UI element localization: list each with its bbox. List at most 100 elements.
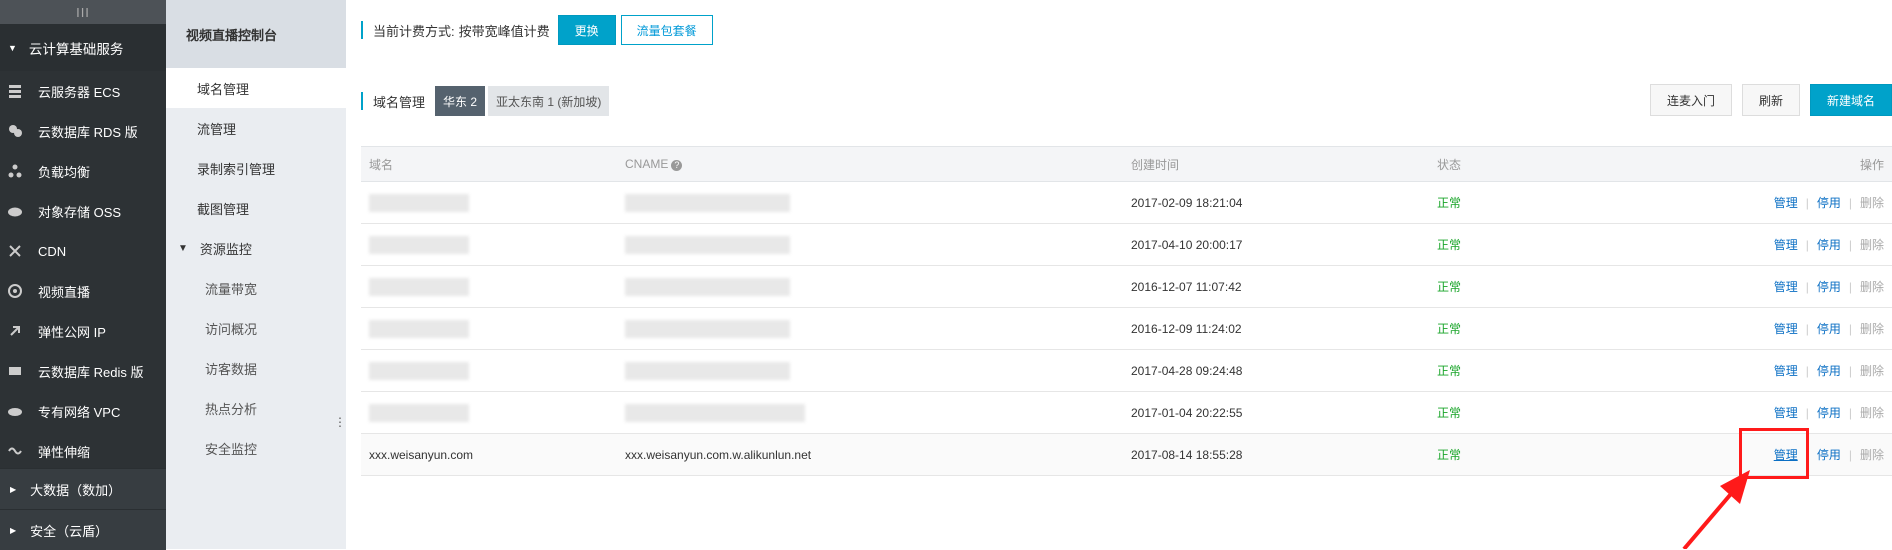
delete-link[interactable]: 删除 [1860,448,1884,462]
main-nav: III ▼ 云计算基础服务 云服务器 ECS 云数据库 RDS 版负载均衡 对象存储… [0,0,166,550]
cname-cell: xxx.weisanyun.com.w.alikunlun.net [617,433,1123,476]
sidebar-item-stream[interactable]: 流管理 [166,108,346,148]
status-cell: 正常 [1429,307,1675,350]
sidebar-item-hotspot[interactable]: 热点分析 [166,388,346,428]
domain-cell [361,349,617,392]
sidebar-item-snapshot[interactable]: 截图管理 [166,188,346,228]
redacted-cname [625,403,805,422]
sidebar-resize-handle[interactable]: ⋮ [334,415,346,437]
manage-link[interactable]: 管理 [1774,364,1798,378]
nav-group-cloud-basic[interactable]: ▼ 云计算基础服务 [0,24,166,71]
nav-item-cdn[interactable]: CDN [0,231,166,271]
col-status: 状态 [1429,146,1675,182]
created-time-cell: 2016-12-09 11:24:02 [1123,307,1429,350]
manage-link[interactable]: 管理 [1774,238,1798,252]
console-title: 视频直播控制台 [166,0,346,68]
redacted-domain [369,235,469,254]
domain-table: 域名 CNAME? 创建时间 状态 操作 2017-02-09 18:21:04… [361,146,1892,476]
collapse-nav-button[interactable]: III [0,0,166,24]
delete-link[interactable]: 删除 [1860,238,1884,252]
disable-link[interactable]: 停用 [1817,322,1841,336]
nav-item-live-video[interactable]: 视频直播 [0,271,166,311]
delete-link[interactable]: 删除 [1860,364,1884,378]
redacted-domain [369,403,469,422]
manage-link[interactable]: 管理 [1774,280,1798,294]
change-billing-button[interactable]: 更换 [557,15,616,45]
help-icon[interactable]: ? [671,160,683,171]
disable-link[interactable]: 停用 [1817,238,1841,252]
table-row: 2017-02-09 18:21:04 正常 管理 | 停用 | 删除 [361,181,1892,224]
col-created: 创建时间 [1123,146,1429,182]
guide-button[interactable]: 连麦入门 [1649,84,1732,116]
new-domain-button[interactable]: 新建域名 [1809,84,1892,116]
col-cname-label: CNAME [625,157,669,171]
nav-item-label: CDN [38,243,67,259]
nav-item-database[interactable]: 云数据库 RDS 版 [0,111,166,151]
nav-item-load-balancer[interactable]: 负载均衡 [0,151,166,191]
delete-link[interactable]: 删除 [1860,196,1884,210]
collapse-icon: III [76,4,90,20]
disable-link[interactable]: 停用 [1817,280,1841,294]
nav-item-label: 云数据库 Redis 版 [38,364,144,380]
main-content: 当前计费方式: 按带宽峰值计费 更换 流量包套餐 域名管理 华东 2 亚太东南 … [346,0,1892,549]
redacted-cname [625,361,790,380]
created-time-cell: 2017-02-09 18:21:04 [1123,181,1429,224]
database-icon [6,122,24,140]
cname-cell [617,391,1123,434]
cname-cell [617,265,1123,308]
cname-cell [617,349,1123,392]
sidebar-item-traffic[interactable]: 流量带宽 [166,268,346,308]
manage-link[interactable]: 管理 [1774,406,1798,420]
delete-link[interactable]: 删除 [1860,406,1884,420]
nav-item-elastic-ip[interactable]: 弹性公网 IP [0,311,166,351]
nav-item-redis[interactable]: 云数据库 Redis 版 [0,351,166,391]
redis-icon [6,362,24,380]
sidebar-item-visitor[interactable]: 访客数据 [166,348,346,388]
status-cell: 正常 [1429,223,1675,266]
disable-link[interactable]: 停用 [1817,448,1841,462]
disable-link[interactable]: 停用 [1817,364,1841,378]
nav-item-label: 弹性伸缩 [38,444,91,460]
nav-item-cloud-storage[interactable]: 对象存储 OSS [0,191,166,231]
domain-bar: 域名管理 华东 2 亚太东南 1 (新加坡) [361,85,610,117]
redacted-cname [625,193,790,212]
tab-east-china-2[interactable]: 华东 2 [435,86,486,116]
refresh-button[interactable]: 刷新 [1741,84,1800,116]
live-video-icon [6,282,24,300]
status-cell: 正常 [1429,391,1675,434]
delete-link[interactable]: 删除 [1860,322,1884,336]
divider: | [1805,364,1809,378]
annotation-arrow-icon [1682,470,1750,549]
redacted-domain [369,319,469,338]
nav-item-auto-scaling[interactable]: 弹性伸缩 [0,431,166,471]
disable-link[interactable]: 停用 [1817,196,1841,210]
sidebar-item-access[interactable]: 访问概况 [166,308,346,348]
sidebar-item-security-monitor[interactable]: 安全监控 [166,428,346,468]
sidebar-group-monitor[interactable]: ▼ 资源监控 [166,228,346,268]
cloud-storage-icon [6,202,24,220]
sidebar-item-domain[interactable]: 域名管理 [166,68,346,108]
created-time-cell: 2016-12-07 11:07:42 [1123,265,1429,308]
table-row: xxx.weisanyun.com xxx.weisanyun.com.w.ali… [361,433,1892,476]
delete-link[interactable]: 删除 [1860,280,1884,294]
status-cell: 正常 [1429,265,1675,308]
table-header: 域名 CNAME? 创建时间 状态 操作 [361,146,1892,182]
sidebar-item-record-index[interactable]: 录制索引管理 [166,148,346,188]
cname-cell [617,223,1123,266]
redacted-cname [625,319,790,338]
created-time-cell: 2017-01-04 20:22:55 [1123,391,1429,434]
col-domain: 域名 [361,146,617,182]
nav-item-label: 视频直播 [38,284,91,300]
traffic-package-button[interactable]: 流量包套餐 [620,15,713,45]
nav-group-bigdata[interactable]: ▶ 大数据（数加） [0,468,166,509]
manage-link[interactable]: 管理 [1774,322,1798,336]
disable-link[interactable]: 停用 [1817,406,1841,420]
tab-singapore[interactable]: 亚太东南 1 (新加坡) [488,86,610,116]
divider: | [1805,196,1809,210]
manage-link[interactable]: 管理 [1774,196,1798,210]
table-row: 2017-04-28 09:24:48 正常 管理 | 停用 | 删除 [361,349,1892,392]
nav-item-vpc[interactable]: 专有网络 VPC [0,391,166,431]
nav-group-security[interactable]: ▶ 安全（云盾） [0,509,166,550]
nav-item-server[interactable]: 云服务器 ECS [0,71,166,111]
billing-label: 当前计费方式: [373,23,455,39]
